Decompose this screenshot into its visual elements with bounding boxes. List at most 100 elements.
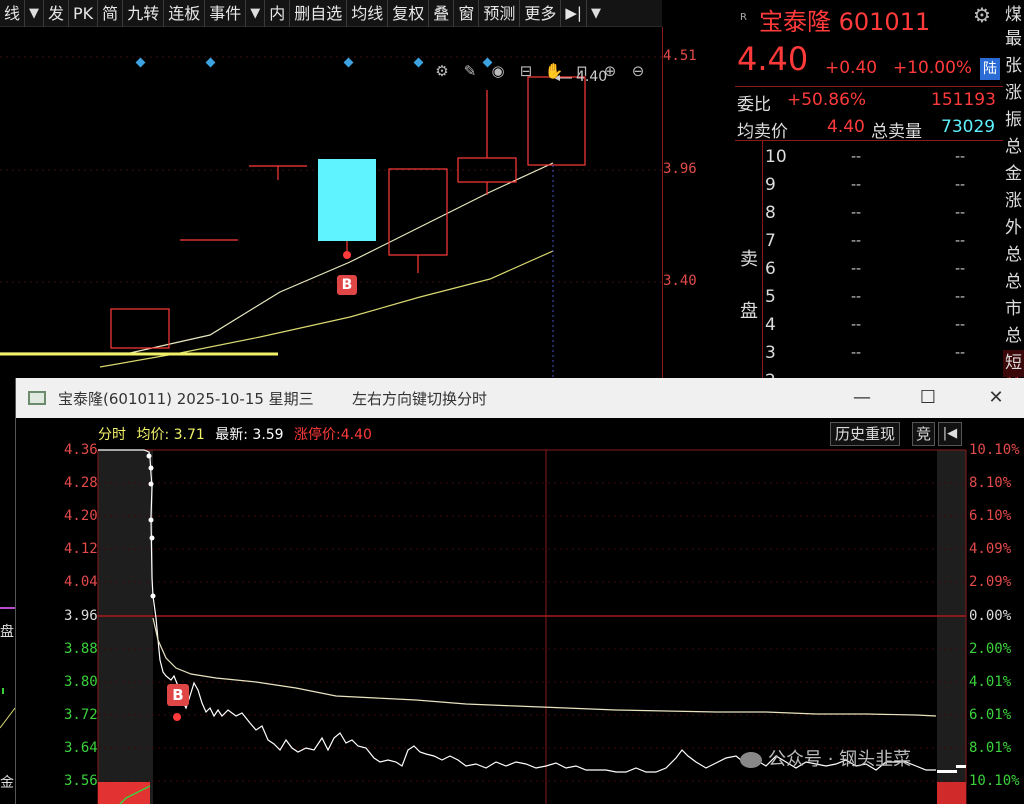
toolbar-item-fuquan[interactable]: 复权	[388, 0, 430, 27]
y-tick-label: 3.40	[663, 273, 697, 289]
popup-title: 宝泰隆(601011) 2025-10-15 星期三	[58, 390, 314, 408]
toolbar-item-fa[interactable]: 发	[44, 0, 70, 27]
side-label: 市	[1005, 299, 1022, 319]
toolbar-item-delete-favorite[interactable]: 删自选	[290, 0, 348, 27]
price-tick-label: 3.72	[64, 707, 98, 723]
minimize-icon[interactable]: —	[842, 384, 882, 412]
dropdown-arrow-icon[interactable]: ▼	[246, 0, 266, 27]
zoom-out-icon[interactable]: ⊖	[628, 61, 648, 81]
weibi-label: 委比	[737, 95, 771, 115]
gear-icon[interactable]: ⚙	[973, 3, 991, 27]
auction-band	[98, 450, 153, 804]
dot	[148, 517, 154, 523]
volume-bar	[98, 782, 150, 804]
intraday-popup-window[interactable]: 宝泰隆(601011) 2025-10-15 星期三 左右方向键切换分时 — ☐…	[15, 378, 1024, 804]
pct-tick-label: 10.10%	[969, 773, 1020, 789]
connect-badge: 陆	[980, 58, 1000, 80]
toolbar-item-jiuzhuan[interactable]: 九转	[123, 0, 165, 27]
toolbar-item-pk[interactable]: PK	[69, 0, 99, 27]
dot	[148, 465, 154, 471]
weibi-value: +50.86%	[787, 90, 867, 110]
order-price: --	[851, 149, 862, 165]
price-change-pct: +10.00%	[893, 58, 973, 78]
basket-icon[interactable]: ⊟	[516, 61, 536, 81]
skip-back-icon[interactable]: |◀	[938, 422, 962, 446]
order-level: 6	[765, 259, 776, 279]
order-volume: --	[955, 345, 966, 361]
order-volume: --	[955, 177, 966, 193]
quote-panel: R 宝泰隆 601011 ⚙ 4.40 +0.40 +10.00% 陆 委比 +…	[735, 0, 1024, 385]
pct-tick-label: 0.00%	[969, 608, 1012, 624]
side-label: 金	[1005, 164, 1022, 184]
order-book-sell: 卖 盘 10 9 8 7 6 5 4 3 2 -- -- -- -- -- --…	[735, 140, 1003, 379]
close-icon[interactable]: ✕	[976, 384, 1016, 412]
low-dot	[343, 251, 351, 259]
order-level: 10	[765, 147, 787, 167]
kline-chart[interactable]: 4.40 B ⚙ ✎ ◉ ⊟ ✋ ⊓ ⊕ ⊖	[0, 27, 662, 378]
settings-icon[interactable]: ⚙	[432, 61, 452, 81]
price-tick-label: 4.04	[64, 574, 98, 590]
history-replay-button[interactable]: 历史重现	[830, 422, 901, 446]
y-tick-label: 4.51	[663, 48, 697, 64]
y-tick-label: 3.96	[663, 161, 697, 177]
volume-line	[119, 785, 151, 804]
dot	[146, 453, 152, 459]
order-volume: --	[955, 149, 966, 165]
price-tick-label: 3.80	[64, 674, 98, 690]
toolbar-item-line[interactable]: 线	[0, 0, 26, 27]
popup-title-bar[interactable]: 宝泰隆(601011) 2025-10-15 星期三 左右方向键切换分时 — ☐…	[16, 378, 1024, 418]
auction-button[interactable]: 竞	[912, 422, 936, 446]
brush-icon[interactable]: ✎	[460, 61, 480, 81]
volume-bar	[937, 782, 966, 804]
dropdown-arrow-icon[interactable]: ▼	[25, 0, 45, 27]
side-label: 振	[1005, 110, 1022, 130]
pct-tick-label: 6.10%	[969, 508, 1012, 524]
collapse-right-icon[interactable]: ▶|	[561, 0, 587, 27]
left-edge-svg	[0, 607, 16, 729]
buy-signal-badge: B	[167, 684, 189, 706]
order-price: --	[851, 177, 862, 193]
toolbar-item-ma[interactable]: 均线	[347, 0, 389, 27]
order-level: 8	[765, 203, 776, 223]
auction-band	[937, 450, 966, 804]
latest-price-label: 最新: 3.59	[215, 427, 284, 443]
side-column-labels: 煤 最 张 涨 振 总 金 涨 外 总 总 市 总 短 11	[1003, 4, 1024, 385]
toolbar-item-shijian[interactable]: 事件	[205, 0, 247, 27]
pct-tick-label: 10.10%	[969, 442, 1020, 458]
lock-icon[interactable]: ⊓	[572, 61, 592, 81]
toolbar-item-jian[interactable]: 简	[98, 0, 124, 27]
toolbar-item-nei[interactable]: 内	[265, 0, 291, 27]
main-toolbar: 线 ▼ 发 PK 简 九转 连板 事件 ▼ 内 删自选 均线 复权 叠 窗 预测…	[0, 0, 662, 27]
order-price: --	[851, 205, 862, 221]
eye-icon[interactable]: ◉	[488, 61, 508, 81]
order-level: 3	[765, 343, 776, 363]
sell-label: 卖	[740, 249, 758, 270]
dot	[148, 481, 154, 487]
jin-label: 金	[0, 775, 14, 791]
toolbar-item-lianban[interactable]: 连板	[164, 0, 206, 27]
pct-tick-label: 2.00%	[969, 641, 1012, 657]
hand-icon[interactable]: ✋	[544, 61, 564, 81]
side-label: 总	[1005, 326, 1022, 346]
dropdown-arrow-icon[interactable]: ▼	[587, 0, 605, 27]
toolbar-item-forecast[interactable]: 预测	[479, 0, 521, 27]
auction-dots	[146, 453, 156, 599]
chart-tools: ⚙ ✎ ◉ ⊟ ✋ ⊓ ⊕ ⊖	[432, 61, 648, 81]
zoom-in-icon[interactable]: ⊕	[600, 61, 620, 81]
toolbar-item-overlay[interactable]: 叠	[429, 0, 455, 27]
toolbar-item-window[interactable]: 窗	[454, 0, 480, 27]
avg-sell-value: 4.40	[827, 117, 865, 137]
pct-tick-label: 4.01%	[969, 674, 1012, 690]
end-marker	[937, 770, 957, 773]
maximize-icon[interactable]: ☐	[908, 384, 948, 412]
order-level: 4	[765, 315, 776, 335]
ma-fragment	[0, 707, 16, 729]
price-tick-label: 3.56	[64, 773, 98, 789]
candle	[527, 76, 586, 166]
toolbar-item-more[interactable]: 更多	[520, 0, 562, 27]
pct-tick-label: 8.10%	[969, 475, 1012, 491]
watermark: 公众号 · 钢头韭菜	[740, 745, 911, 771]
pct-tick-label: 2.09%	[969, 574, 1012, 590]
side-label: 涨	[1005, 191, 1022, 211]
limit-up-label: 涨停价:4.40	[294, 427, 372, 443]
